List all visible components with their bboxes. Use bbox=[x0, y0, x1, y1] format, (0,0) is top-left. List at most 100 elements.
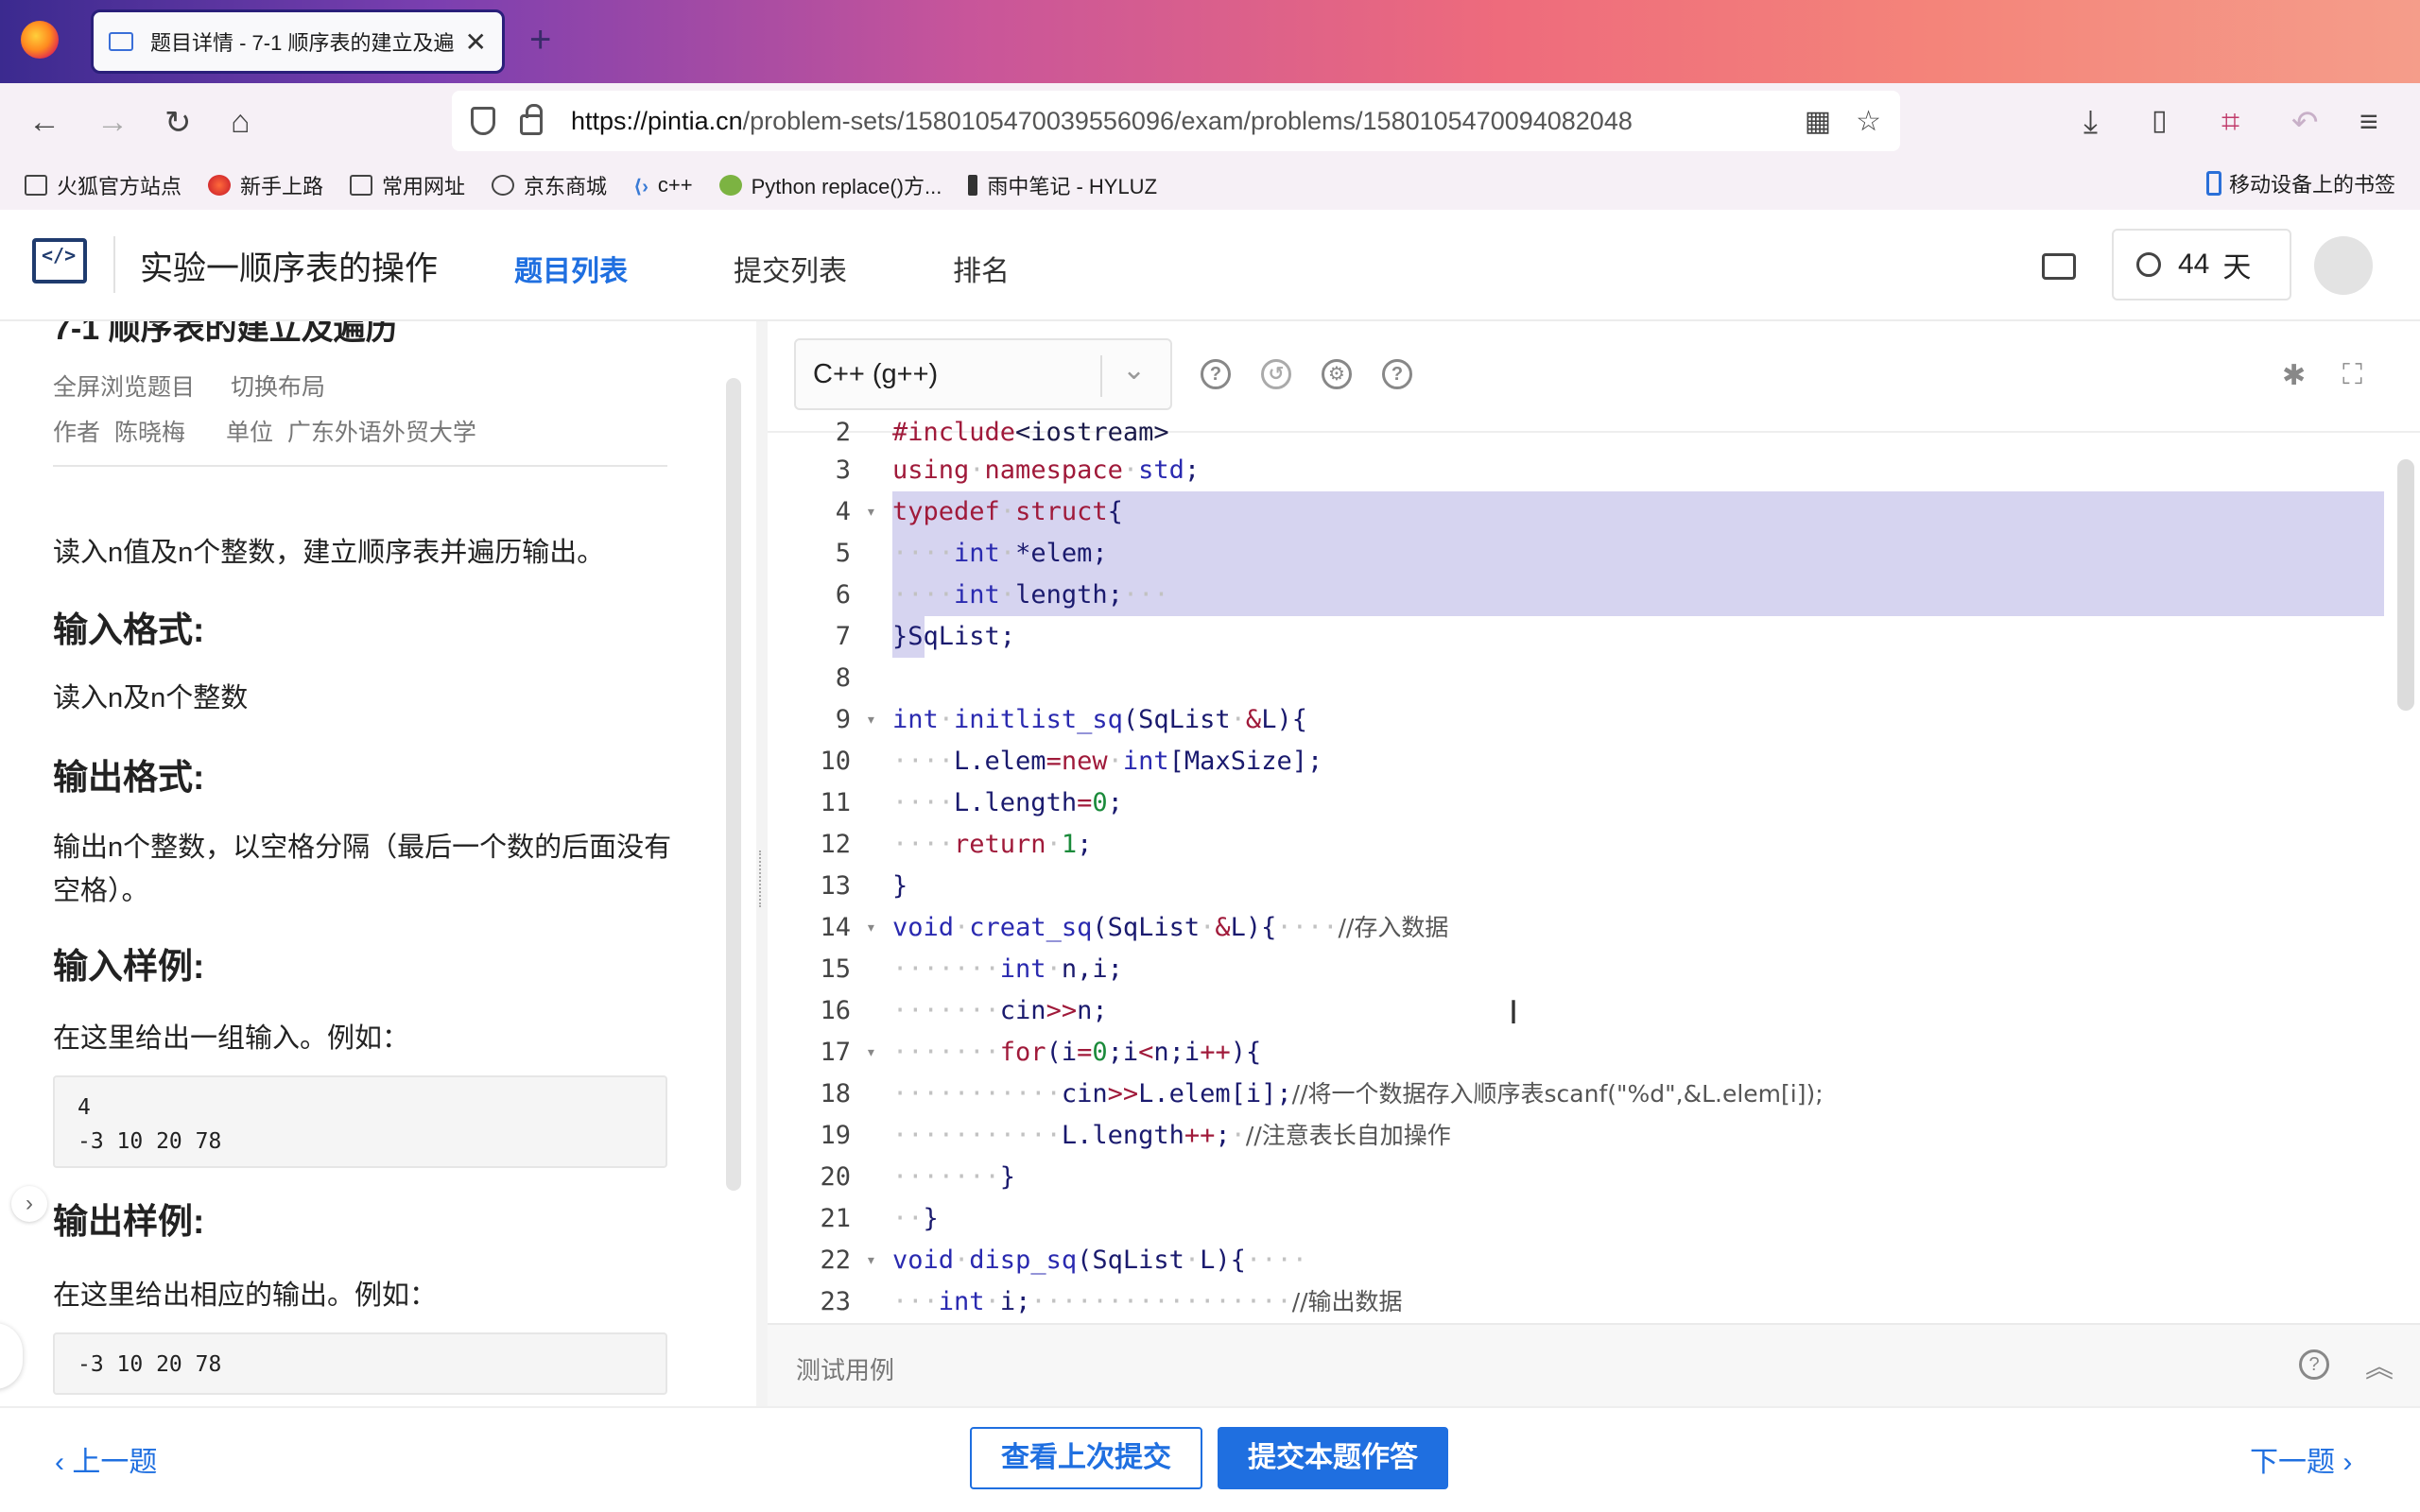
problem-scrollbar[interactable] bbox=[726, 378, 741, 1191]
countdown-timer[interactable]: 44 天 bbox=[2112, 229, 2291, 301]
briefcase-icon[interactable] bbox=[2042, 253, 2076, 280]
bookmark-label: 京东商城 bbox=[524, 175, 608, 198]
panel-divider[interactable] bbox=[756, 321, 768, 1406]
code-line[interactable]: 3 using·namespace·std; bbox=[768, 450, 2394, 491]
code-text: int·initlist_sq(SqList·&L){ bbox=[892, 705, 1307, 734]
test-cases-bar[interactable]: 测试用例 ? ︽ bbox=[768, 1323, 2420, 1406]
qr-code-icon[interactable]: ▦ bbox=[1805, 105, 1831, 138]
code-line[interactable]: 15 ·······int·n,i; bbox=[768, 949, 2394, 990]
reload-icon[interactable]: ↻ bbox=[164, 104, 192, 142]
chevron-double-up-icon[interactable]: ︽ bbox=[2365, 1344, 2394, 1385]
download-icon[interactable]: ⤓ bbox=[2083, 104, 2098, 141]
chevron-down-icon[interactable]: ⌄ bbox=[1122, 353, 1146, 387]
debug-bug-icon[interactable]: ✱ bbox=[2282, 359, 2306, 392]
mobile-bookmarks[interactable]: 移动设备上的书签 bbox=[2205, 168, 2395, 198]
forward-arrow-icon[interactable]: → bbox=[96, 104, 129, 141]
bookmark-label: 雨中笔记 - HYLUZ bbox=[987, 175, 1158, 198]
fullscreen-icon[interactable]: ⛶ bbox=[2342, 359, 2362, 391]
problem-meta: 作者 陈晓梅 单位 广东外语外贸大学 bbox=[53, 414, 476, 448]
globe-icon bbox=[492, 175, 515, 196]
code-line[interactable]: 20 ·······} bbox=[768, 1157, 2394, 1198]
nav-ranking[interactable]: 排名 bbox=[953, 248, 1010, 289]
fold-arrow-icon[interactable]: ▾ bbox=[866, 491, 876, 533]
editor-scrollbar[interactable] bbox=[2397, 459, 2414, 711]
line-number: 23 bbox=[820, 1287, 851, 1316]
fold-arrow-icon[interactable]: ▾ bbox=[866, 1240, 876, 1281]
url-text[interactable]: https://pintia.cn/problem-sets/158010547… bbox=[571, 107, 1780, 136]
chevron-right-icon[interactable]: › bbox=[11, 1186, 47, 1222]
fold-arrow-icon[interactable]: ▾ bbox=[866, 1032, 876, 1074]
code-line[interactable]: 6 ····int·length;··· bbox=[768, 575, 2394, 616]
nav-problem-list[interactable]: 题目列表 bbox=[514, 248, 628, 289]
line-number: 22 bbox=[820, 1246, 851, 1275]
view-last-submission-button[interactable]: 查看上次提交 bbox=[970, 1427, 1202, 1489]
bookmark-jd[interactable]: 京东商城 bbox=[492, 170, 607, 200]
code-text: ···········cin>>L.elem[i];//将一个数据存入顺序表sc… bbox=[892, 1079, 1824, 1108]
bookmark-common-sites[interactable]: 常用网址 bbox=[350, 170, 465, 200]
question-icon[interactable]: ? bbox=[1382, 359, 1412, 389]
code-text: ····int·*elem; bbox=[892, 539, 1108, 568]
code-line[interactable]: 8 bbox=[768, 658, 2394, 699]
toggle-layout-link[interactable]: 切换布局 bbox=[231, 369, 325, 403]
code-text: ··} bbox=[892, 1204, 939, 1233]
prev-problem-link[interactable]: ‹ 上一题 bbox=[55, 1438, 157, 1480]
undo-icon[interactable]: ↶ bbox=[2291, 104, 2319, 142]
code-text: ····L.elem=new·int[MaxSize]; bbox=[892, 747, 1323, 776]
code-text: ····L.length=0; bbox=[892, 788, 1123, 817]
code-line[interactable]: 14 ▾ void·creat_sq(SqList·&L){····//存入数据 bbox=[768, 907, 2394, 949]
next-problem-link[interactable]: 下一题 › bbox=[2250, 1438, 2352, 1480]
bookmark-getting-started[interactable]: 新手上路 bbox=[208, 170, 323, 200]
code-line[interactable]: 11 ····L.length=0; bbox=[768, 782, 2394, 824]
submit-answer-button[interactable]: 提交本题作答 bbox=[1218, 1427, 1448, 1489]
code-text: typedef·struct{ bbox=[892, 497, 1123, 526]
code-line[interactable]: 10 ····L.elem=new·int[MaxSize]; bbox=[768, 741, 2394, 782]
address-bar[interactable]: https://pintia.cn/problem-sets/158010547… bbox=[452, 91, 1900, 151]
nav-submission-list[interactable]: 提交列表 bbox=[734, 248, 847, 289]
code-line[interactable]: 19 ···········L.length++;·//注意表长自加操作 bbox=[768, 1115, 2394, 1157]
fold-arrow-icon[interactable]: ▾ bbox=[866, 907, 876, 949]
lock-icon[interactable] bbox=[520, 104, 543, 135]
fold-arrow-icon[interactable]: ▾ bbox=[866, 699, 876, 741]
bookmark-firefox[interactable]: 火狐官方站点 bbox=[25, 170, 182, 200]
home-icon[interactable]: ⌂ bbox=[231, 104, 251, 141]
screenshot-crop-icon[interactable]: ⌗ bbox=[2221, 104, 2239, 141]
settings-gear-icon[interactable]: ⚙ bbox=[1322, 359, 1352, 389]
bookmark-cpp[interactable]: ⟨› c++ bbox=[633, 173, 693, 198]
code-line[interactable]: 18 ···········cin>>L.elem[i];//将一个数据存入顺序表… bbox=[768, 1074, 2394, 1115]
fullscreen-view-link[interactable]: 全屏浏览题目 bbox=[53, 369, 195, 403]
language-select[interactable]: C++ (g++) ⌄ bbox=[794, 338, 1172, 410]
avatar[interactable] bbox=[2314, 236, 2373, 295]
line-number: 8 bbox=[835, 663, 851, 693]
drag-handle-icon[interactable] bbox=[759, 850, 765, 907]
line-number: 17 bbox=[820, 1038, 851, 1067]
code-line[interactable]: 4 ▾ typedef·struct{ bbox=[768, 491, 2394, 533]
help-icon[interactable]: ? bbox=[2299, 1349, 2329, 1380]
meta-divider bbox=[53, 465, 667, 467]
code-line[interactable]: 21 ··} bbox=[768, 1198, 2394, 1240]
code-logo-icon[interactable] bbox=[32, 238, 87, 284]
code-line[interactable]: 23 ···int·i;·················//输出数据 bbox=[768, 1281, 2394, 1323]
help-icon[interactable]: ? bbox=[1201, 359, 1231, 389]
code-line[interactable]: 22 ▾ void·disp_sq(SqList·L){···· bbox=[768, 1240, 2394, 1281]
code-line[interactable]: 7}SqList; bbox=[768, 616, 2394, 658]
new-tab-icon[interactable]: + bbox=[529, 19, 551, 61]
browser-tab-active[interactable]: 题目详情 - 7-1 顺序表的建立及遍 ✕ bbox=[91, 9, 505, 74]
code-line[interactable]: 16 ·······cin>>n; bbox=[768, 990, 2394, 1032]
bookmark-python[interactable]: Python replace()方... bbox=[718, 170, 942, 200]
code-line[interactable]: 9 ▾ int·initlist_sq(SqList·&L){ bbox=[768, 699, 2394, 741]
code-line[interactable]: 12 ····return·1; bbox=[768, 824, 2394, 866]
bookmark-star-icon[interactable]: ☆ bbox=[1856, 105, 1881, 138]
code-line[interactable]: 17 ▾ ·······for(i=0;i<n;i++){ bbox=[768, 1032, 2394, 1074]
tracking-shield-icon[interactable] bbox=[471, 107, 495, 135]
menu-icon[interactable]: ≡ bbox=[2360, 104, 2378, 141]
tab-close-icon[interactable]: ✕ bbox=[465, 26, 487, 58]
problem-set-title: 实验一顺序表的操作 bbox=[140, 250, 439, 287]
code-line[interactable]: 5 ····int·*elem; bbox=[768, 533, 2394, 575]
back-arrow-icon[interactable]: ← bbox=[28, 104, 60, 141]
code-line[interactable]: 2 #include<iostream> bbox=[768, 412, 2394, 454]
phone-icon bbox=[2205, 171, 2221, 196]
history-icon[interactable]: ↺ bbox=[1261, 359, 1291, 389]
reader-view-icon[interactable]: ▯ bbox=[2152, 104, 2168, 137]
bookmark-notes[interactable]: 雨中笔记 - HYLUZ bbox=[968, 170, 1157, 200]
code-line[interactable]: 13} bbox=[768, 866, 2394, 907]
